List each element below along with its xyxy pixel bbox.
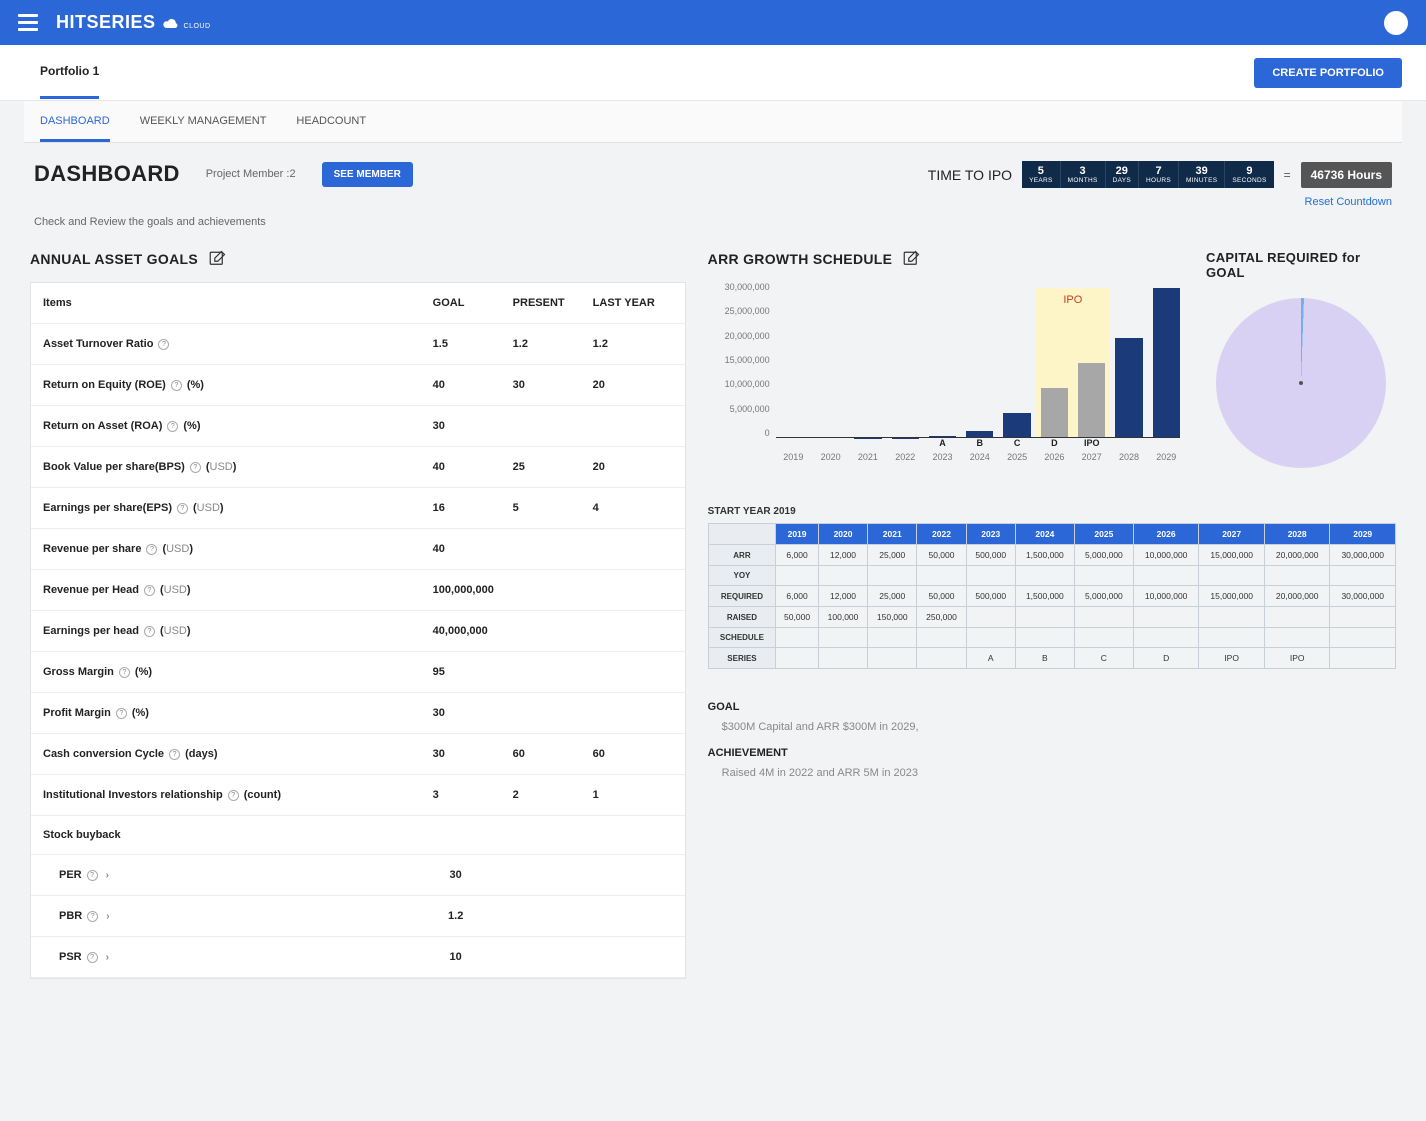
logo-text: HITSERIES <box>56 12 156 33</box>
help-icon[interactable]: ? <box>169 749 180 760</box>
table-row: PBR ? ›1.2 <box>31 896 685 937</box>
page-subtitle: Check and Review the goals and achieveme… <box>24 208 1402 228</box>
tab-dashboard[interactable]: DASHBOARD <box>40 115 110 142</box>
table-row: Gross Margin ? (%)95 <box>31 652 685 693</box>
table-row: PSR ? ›10 <box>31 937 685 978</box>
portfolio-tab[interactable]: Portfolio 1 <box>40 46 99 99</box>
tab-weekly[interactable]: WEEKLY MANAGEMENT <box>140 115 267 142</box>
help-icon[interactable]: ? <box>146 544 157 555</box>
cloud-icon <box>160 15 180 31</box>
bar <box>1003 413 1030 438</box>
countdown: 5YEARS3MONTHS29DAYS7HOURS39MINUTES9SECON… <box>1022 161 1274 188</box>
help-icon[interactable]: ? <box>228 790 239 801</box>
bar <box>1153 288 1180 438</box>
table-row: Revenue per Head ? (USD)100,000,000 <box>31 570 685 611</box>
col-present: PRESENT <box>513 297 593 309</box>
avatar[interactable] <box>1384 11 1408 35</box>
table-row: Institutional Investors relationship ? (… <box>31 775 685 816</box>
table-row: Earnings per head ? (USD)40,000,000 <box>31 611 685 652</box>
sub-tabs: DASHBOARD WEEKLY MANAGEMENT HEADCOUNT <box>24 101 1402 143</box>
equals-sign: = <box>1284 168 1291 182</box>
help-icon[interactable]: ? <box>144 585 155 596</box>
help-icon[interactable]: ? <box>87 952 98 963</box>
table-row: Profit Margin ? (%)30 <box>31 693 685 734</box>
bar <box>1115 338 1142 438</box>
capital-pie-chart <box>1216 298 1386 468</box>
help-icon[interactable]: ? <box>177 503 188 514</box>
stock-buyback-header: Stock buyback <box>31 816 685 855</box>
help-icon[interactable]: ? <box>87 870 98 881</box>
table-row: Earnings per share(EPS) ? (USD)1654 <box>31 488 685 529</box>
col-last-year: LAST YEAR <box>593 297 673 309</box>
edit-icon[interactable] <box>208 250 226 268</box>
menu-icon[interactable] <box>18 14 38 31</box>
table-row: Return on Asset (ROA) ? (%)30 <box>31 406 685 447</box>
col-items: Items <box>43 297 433 309</box>
logo-sub: CLOUD <box>184 23 211 30</box>
achievement-text: Raised 4M in 2022 and ARR 5M in 2023 <box>708 767 1396 779</box>
chevron-right-icon[interactable]: › <box>106 870 109 881</box>
help-icon[interactable]: ? <box>144 626 155 637</box>
goal-heading: GOAL <box>708 701 1396 713</box>
arr-data-table: 2019202020212022202320242025202620272028… <box>708 523 1396 669</box>
project-member-count: Project Member :2 <box>206 168 296 180</box>
goals-table: Items GOAL PRESENT LAST YEAR Asset Turno… <box>30 282 686 979</box>
table-row: Book Value per share(BPS) ? (USD)402520 <box>31 447 685 488</box>
reset-countdown-link[interactable]: Reset Countdown <box>1305 196 1392 208</box>
see-member-button[interactable]: SEE MEMBER <box>322 162 413 187</box>
page-title: DASHBOARD <box>34 161 180 187</box>
edit-icon[interactable] <box>902 250 920 268</box>
table-row: Cash conversion Cycle ? (days)306060 <box>31 734 685 775</box>
col-goal: GOAL <box>433 297 513 309</box>
annual-goals-title: ANNUAL ASSET GOALS <box>30 251 198 267</box>
chevron-right-icon[interactable]: › <box>106 952 109 963</box>
table-row: PER ? ›30 <box>31 855 685 896</box>
chevron-right-icon[interactable]: › <box>106 911 109 922</box>
achievement-heading: ACHIEVEMENT <box>708 747 1396 759</box>
portfolio-bar: Portfolio 1 CREATE PORTFOLIO <box>0 45 1426 101</box>
logo: HITSERIES CLOUD <box>56 12 211 33</box>
goal-text: $300M Capital and ARR $300M in 2029, <box>708 721 1396 733</box>
top-bar: HITSERIES CLOUD <box>0 0 1426 45</box>
help-icon[interactable]: ? <box>119 667 130 678</box>
total-hours: 46736 Hours <box>1301 162 1392 188</box>
time-to-ipo-label: TIME TO IPO <box>928 167 1012 183</box>
arr-title: ARR GROWTH SCHEDULE <box>708 251 893 267</box>
capital-title: CAPITAL REQUIRED for GOAL <box>1206 250 1396 280</box>
help-icon[interactable]: ? <box>171 380 182 391</box>
help-icon[interactable]: ? <box>158 339 169 350</box>
table-row: Return on Equity (ROE) ? (%)403020 <box>31 365 685 406</box>
help-icon[interactable]: ? <box>116 708 127 719</box>
help-icon[interactable]: ? <box>167 421 178 432</box>
help-icon[interactable]: ? <box>190 462 201 473</box>
start-year-label: START YEAR 2019 <box>708 506 1396 517</box>
bar <box>1041 388 1068 438</box>
help-icon[interactable]: ? <box>87 911 98 922</box>
ipo-highlight-label: IPO <box>1063 294 1082 306</box>
create-portfolio-button[interactable]: CREATE PORTFOLIO <box>1254 58 1402 88</box>
tab-headcount[interactable]: HEADCOUNT <box>296 115 366 142</box>
bar <box>1078 363 1105 438</box>
arr-bar-chart: 30,000,00025,000,00020,000,00015,000,000… <box>708 282 1184 482</box>
table-row: Revenue per share ? (USD)40 <box>31 529 685 570</box>
table-row: Asset Turnover Ratio ?1.51.21.2 <box>31 324 685 365</box>
